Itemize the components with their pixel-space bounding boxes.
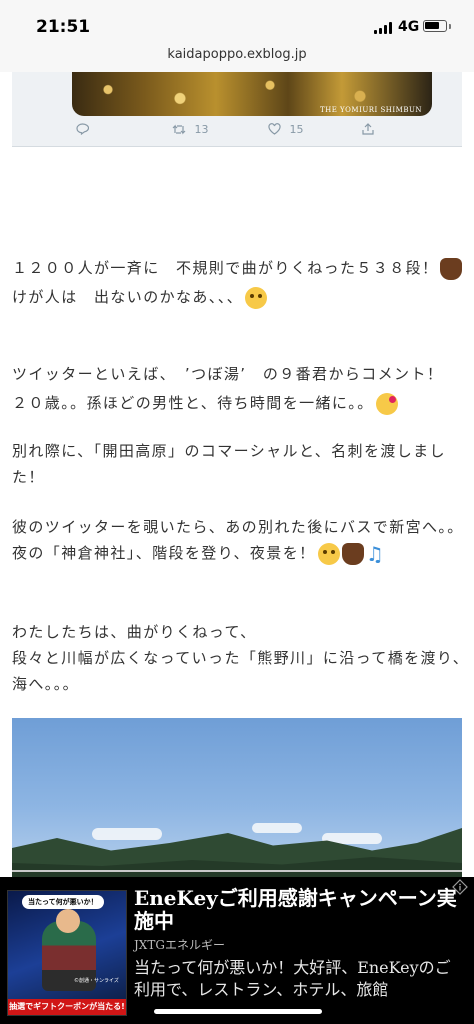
paragraph-text: 夜の「神倉神社」、階段を登り、夜景を！ [12, 544, 316, 562]
paragraph-line: １２００人が一斉に 不規則で曲がりくねった５３８段！ [12, 256, 463, 281]
status-time: 21:51 [36, 17, 91, 37]
tweet-photo[interactable]: THE YOMIURI SHIMBUN [72, 72, 432, 116]
ad-image-bubble: 当たって何が悪いか！ [22, 895, 104, 909]
paragraph-line: 夜の「神倉神社」、階段を登り、夜景を！ ♫ [12, 541, 386, 566]
photo-credit: THE YOMIURI SHIMBUN [319, 106, 422, 114]
ad-body[interactable]: 当たって何が悪いか！大好評、EneKeyのご利用で、レストラン、ホテル、旅館 [134, 957, 464, 1001]
weary-face-emoji [245, 286, 268, 309]
paragraph-text: けが人は 出ないのかなあ、、、 [12, 288, 244, 306]
ad-sponsor: JXTGエネルギー [134, 938, 225, 952]
network-type: 4G [398, 19, 420, 35]
ad-image-copyright: ©創通・サンライズ [74, 978, 119, 984]
battery-tip [449, 24, 451, 29]
paragraph-text: １２００人が一斉に 不規則で曲がりくねった５３８段！ [12, 259, 439, 277]
reply-button[interactable] [76, 122, 89, 135]
paragraph-text: ２０歳。。孫ほどの男性と、待ち時間を一緒に。。 [12, 394, 374, 412]
ad-image-banner: 抽選でギフトクーポンが当たる! [8, 999, 126, 1015]
paragraph-line: 段々と川幅が広くなっていった「熊野川」に沿って橋を渡り、 [12, 649, 470, 667]
paragraph-line: ツイッターといえば、 ’つぼ湯’ の９番君からコメント！ [12, 365, 444, 383]
like-icon [268, 123, 281, 135]
bridge-railing [12, 870, 462, 872]
browser-address-bar[interactable]: kaidapoppo.exblog.jp [0, 44, 474, 72]
like-button[interactable]: 15 [268, 122, 304, 136]
ad-info-icon[interactable] [452, 879, 468, 895]
ad-image[interactable]: 当たって何が悪いか！ ©創通・サンライズ 抽選でギフトクーポンが当たる! [7, 890, 127, 1016]
like-count: 15 [289, 122, 304, 136]
ad-banner[interactable]: 当たって何が悪いか！ ©創通・サンライズ 抽選でギフトクーポンが当たる! Ene… [0, 877, 474, 1024]
astonished-face-emoji [317, 542, 340, 565]
home-indicator[interactable] [154, 1009, 322, 1014]
paragraph-line: 彼のツイッターを覗いたら、あの別れた後にバスで新宮へ。。 [12, 518, 464, 536]
ad-title[interactable]: EneKeyご利用感謝キャンペーン実施中 [134, 887, 470, 933]
embedded-tweet[interactable]: THE YOMIURI SHIMBUN 13 15 [12, 72, 462, 147]
article-photo-landscape[interactable] [12, 718, 462, 878]
paragraph-line: ２０歳。。孫ほどの男性と、待ち時間を一緒に。。 [12, 391, 398, 416]
share-icon [362, 123, 374, 135]
kissing-face-emoji [375, 392, 398, 415]
retweet-button[interactable]: 13 [172, 122, 209, 136]
paragraph-line: けが人は 出ないのかなあ、、、 [12, 285, 268, 310]
paragraph-line: わたしたちは、曲がりくねって、 [12, 623, 257, 641]
retweet-count: 13 [194, 122, 209, 136]
flexed-biceps-emoji [341, 542, 364, 565]
retweet-icon [172, 124, 186, 134]
cellular-signal-icon [374, 22, 394, 34]
ad-character-head [56, 909, 80, 933]
cloud [92, 828, 162, 840]
musical-notes-emoji: ♫ [365, 541, 386, 566]
reply-icon [76, 123, 89, 135]
flexed-biceps-emoji [440, 257, 463, 280]
paragraph-line: 別れ際に、「開田高原」のコマーシャルと、名刺を渡しまし [12, 442, 446, 460]
cloud [252, 823, 302, 833]
share-button[interactable] [362, 122, 374, 135]
url-text[interactable]: kaidapoppo.exblog.jp [0, 47, 474, 62]
paragraph-line: 海へ。。。 [12, 675, 80, 693]
status-bar: 21:51 4G [0, 0, 474, 44]
paragraph-line: た！ [12, 468, 45, 486]
battery-icon [423, 20, 447, 32]
